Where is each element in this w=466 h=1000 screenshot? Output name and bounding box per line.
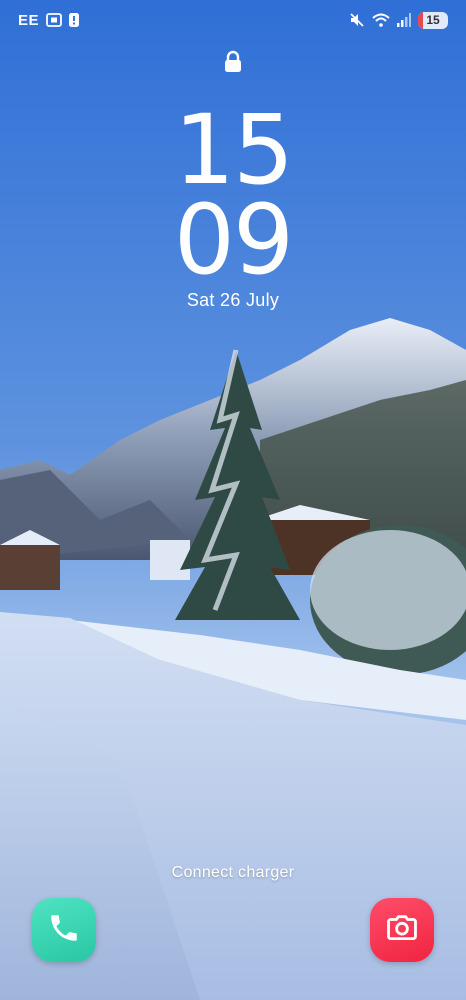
alert-icon [69, 13, 80, 27]
screen-record-icon [46, 13, 62, 27]
mute-icon [349, 12, 365, 28]
status-left: EE [18, 11, 80, 29]
phone-icon [47, 911, 81, 950]
status-right: 15 [349, 11, 448, 29]
charger-message: Connect charger [171, 864, 295, 881]
phone-shortcut-button[interactable] [32, 898, 96, 962]
signal-icon [397, 13, 411, 27]
camera-icon [385, 911, 419, 950]
camera-shortcut-button[interactable] [370, 898, 434, 962]
battery-level: 15 [426, 12, 440, 27]
padlock-icon [222, 50, 244, 77]
carrier-name: EE [18, 11, 40, 29]
battery-indicator: 15 [418, 11, 448, 29]
status-bar: EE 15 [0, 0, 466, 40]
wifi-icon [372, 13, 390, 27]
battery-fill [418, 11, 423, 29]
clock-minute: 09 [173, 184, 294, 296]
lock-screen-date: Sat 26 July [186, 290, 280, 310]
